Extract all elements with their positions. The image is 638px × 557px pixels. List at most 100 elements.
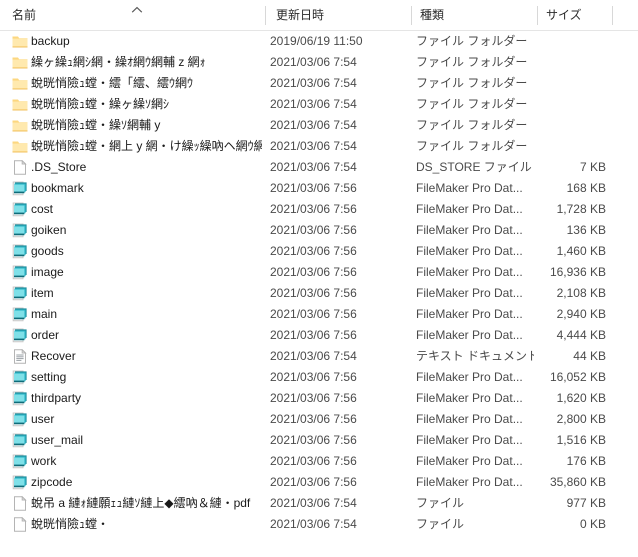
file-name-cell: item [31, 286, 54, 300]
file-type-cell: ファイル フォルダー [416, 34, 528, 48]
file-size-cell: 35,860 KB [549, 475, 606, 489]
file-name-cell: 蛻晄悄險ｭ螳・繰ヶ繰ｿ網ｼ [31, 97, 170, 111]
file-name-cell: 蛻晄悄險ｭ螳・繰ｿ網輔 y [31, 118, 161, 132]
file-size-cell [534, 73, 606, 94]
file-name-cell: Recover [31, 349, 76, 363]
file-date-cell: 2021/03/06 7:56 [270, 202, 357, 216]
file-name-cell: user [31, 412, 55, 426]
file-row[interactable]: cost 2021/03/06 7:56 FileMaker Pro Dat... 1… [0, 199, 638, 220]
file-type-cell: FileMaker Pro Dat... [416, 454, 523, 468]
file-type-cell: ファイル フォルダー [416, 76, 528, 90]
file-type-cell: FileMaker Pro Dat... [416, 286, 523, 300]
file-row[interactable]: work 2021/03/06 7:56 FileMaker Pro Dat... 1… [0, 451, 638, 472]
file-size-cell: 1,620 KB [556, 391, 606, 405]
file-size-cell: 168 KB [566, 181, 606, 195]
file-date-cell: 2021/03/06 7:56 [270, 370, 357, 384]
file-size-cell: 1,460 KB [556, 244, 606, 258]
file-size-cell: 977 KB [566, 496, 606, 510]
file-type-cell: FileMaker Pro Dat... [416, 391, 523, 405]
file-type-cell: ファイル [416, 517, 465, 531]
file-type-cell: ファイル フォルダー [416, 139, 528, 153]
file-row[interactable]: thirdparty 2021/03/06 7:56 FileMaker Pro D… [0, 388, 638, 409]
file-name-cell: main [31, 307, 58, 321]
column-header-size[interactable]: サイズ [538, 0, 612, 30]
file-name-cell: 蛻晄悄險ｭ螳・網上 y 網・け繰ｯ繰吶ヘ網ｳ網... [31, 139, 262, 153]
file-date-cell: 2021/03/06 7:56 [270, 223, 357, 237]
file-date-cell: 2021/03/06 7:54 [270, 118, 357, 132]
file-type-cell: FileMaker Pro Dat... [416, 265, 523, 279]
file-row[interactable]: zipcode 2021/03/06 7:56 FileMaker Pro Dat.… [0, 472, 638, 493]
file-size-cell: 2,800 KB [556, 412, 606, 426]
file-size-cell: 2,940 KB [556, 307, 606, 321]
file-name-cell: 蛻吊 a 縺ｫ縺願ｪｭ縺ｿ縺上◆繧吶＆縺・pdf [31, 496, 251, 510]
column-header-date[interactable]: 更新日時 [266, 0, 411, 30]
file-date-cell: 2021/03/06 7:54 [270, 97, 357, 111]
file-size-cell: 44 KB [573, 349, 606, 363]
file-type-cell: ファイル フォルダー [416, 97, 528, 111]
file-size-cell: 176 KB [566, 454, 606, 468]
file-size-cell: 0 KB [579, 517, 606, 531]
file-row[interactable]: Recover 2021/03/06 7:54 テキスト ドキュメント 44 KB [0, 346, 638, 367]
file-name-cell: setting [31, 370, 67, 384]
file-date-cell: 2021/03/06 7:56 [270, 433, 357, 447]
file-date-cell: 2021/03/06 7:54 [270, 160, 357, 174]
column-header-name-label: 名前 [12, 8, 37, 22]
file-name-cell: image [31, 265, 64, 279]
file-row[interactable]: 蛻晄悄險ｭ螳・網上 y 網・け繰ｯ繰吶ヘ網ｳ網... 2021/03/06 7:5… [0, 136, 638, 157]
file-row[interactable]: user 2021/03/06 7:56 FileMaker Pro Dat... 2… [0, 409, 638, 430]
file-row[interactable]: goods 2021/03/06 7:56 FileMaker Pro Dat...… [0, 241, 638, 262]
file-row[interactable]: 蛻晄悄險ｭ螳・ 2021/03/06 7:54 ファイル 0 KB [0, 514, 638, 535]
file-name-cell: cost [31, 202, 54, 216]
file-date-cell: 2021/03/06 7:56 [270, 328, 357, 342]
file-name-cell: user_mail [31, 433, 84, 447]
file-type-cell: FileMaker Pro Dat... [416, 412, 523, 426]
file-date-cell: 2021/03/06 7:56 [270, 286, 357, 300]
file-name-cell: bookmark [31, 181, 84, 195]
file-date-cell: 2021/03/06 7:56 [270, 181, 357, 195]
file-row[interactable]: .DS_Store 2021/03/06 7:54 DS_STORE ファイル 7 K… [0, 157, 638, 178]
file-row[interactable]: setting 2021/03/06 7:56 FileMaker Pro Dat.… [0, 367, 638, 388]
file-row[interactable]: user_mail 2021/03/06 7:56 FileMaker Pro Da… [0, 430, 638, 451]
file-size-cell [534, 136, 606, 157]
file-row[interactable]: image 2021/03/06 7:56 FileMaker Pro Dat...… [0, 262, 638, 283]
file-type-cell: FileMaker Pro Dat... [416, 202, 523, 216]
file-size-cell [534, 52, 606, 73]
file-date-cell: 2021/03/06 7:56 [270, 307, 357, 321]
file-type-cell: FileMaker Pro Dat... [416, 244, 523, 258]
file-row[interactable]: 蛻晄悄險ｭ螳・繧「繧、繧ｳ網ｳ 2021/03/06 7:54 ファイル フォルダー [0, 73, 638, 94]
file-row[interactable]: 蛻晄悄險ｭ螳・繰ヶ繰ｿ網ｼ 2021/03/06 7:54 ファイル フォルダー [0, 94, 638, 115]
file-size-cell: 1,516 KB [556, 433, 606, 447]
file-size-cell [534, 31, 606, 52]
column-divider-size[interactable] [612, 6, 613, 25]
file-size-cell: 2,108 KB [556, 286, 606, 300]
file-row[interactable]: 繰ヶ繰ｭ網ｼ網・繰ｵ網ｳ網輔 z 網ｫ 2021/03/06 7:54 ファイル フ… [0, 52, 638, 73]
file-type-cell: FileMaker Pro Dat... [416, 328, 523, 342]
file-type-cell: FileMaker Pro Dat... [416, 370, 523, 384]
file-row[interactable]: goiken 2021/03/06 7:56 FileMaker Pro Dat..… [0, 220, 638, 241]
file-row[interactable]: bookmark 2021/03/06 7:56 FileMaker Pro Dat… [0, 178, 638, 199]
file-size-cell: 4,444 KB [556, 328, 606, 342]
column-header-type[interactable]: 種類 [412, 0, 537, 30]
file-size-cell: 16,936 KB [549, 265, 606, 279]
file-size-cell: 1,728 KB [556, 202, 606, 216]
file-date-cell: 2021/03/06 7:54 [270, 517, 357, 531]
file-date-cell: 2021/03/06 7:56 [270, 265, 357, 279]
file-size-cell [534, 94, 606, 115]
column-header-date-label: 更新日時 [276, 8, 325, 22]
file-type-cell: DS_STORE ファイル [416, 160, 532, 174]
file-row[interactable]: order 2021/03/06 7:56 FileMaker Pro Dat...… [0, 325, 638, 346]
file-name-cell: work [31, 454, 57, 468]
file-row[interactable]: 蛻吊 a 縺ｫ縺願ｪｭ縺ｿ縺上◆繧吶＆縺・pdf 2021/03/06 7:54 フ… [0, 493, 638, 514]
file-date-cell: 2021/03/06 7:54 [270, 349, 357, 363]
file-type-cell: FileMaker Pro Dat... [416, 307, 523, 321]
file-row[interactable]: main 2021/03/06 7:56 FileMaker Pro Dat... 2… [0, 304, 638, 325]
file-type-cell: FileMaker Pro Dat... [416, 475, 523, 489]
file-row[interactable]: 蛻晄悄險ｭ螳・繰ｿ網輔 y 2021/03/06 7:54 ファイル フォルダー [0, 115, 638, 136]
file-date-cell: 2021/03/06 7:56 [270, 391, 357, 405]
file-row[interactable]: item 2021/03/06 7:56 FileMaker Pro Dat... 2… [0, 283, 638, 304]
file-date-cell: 2019/06/19 11:50 [270, 34, 363, 48]
file-row[interactable]: backup 2019/06/19 11:50 ファイル フォルダー [0, 31, 638, 52]
file-name-cell: zipcode [31, 475, 73, 489]
column-header-row: 名前 更新日時 種類 サイズ [0, 0, 638, 31]
file-size-cell [534, 115, 606, 136]
